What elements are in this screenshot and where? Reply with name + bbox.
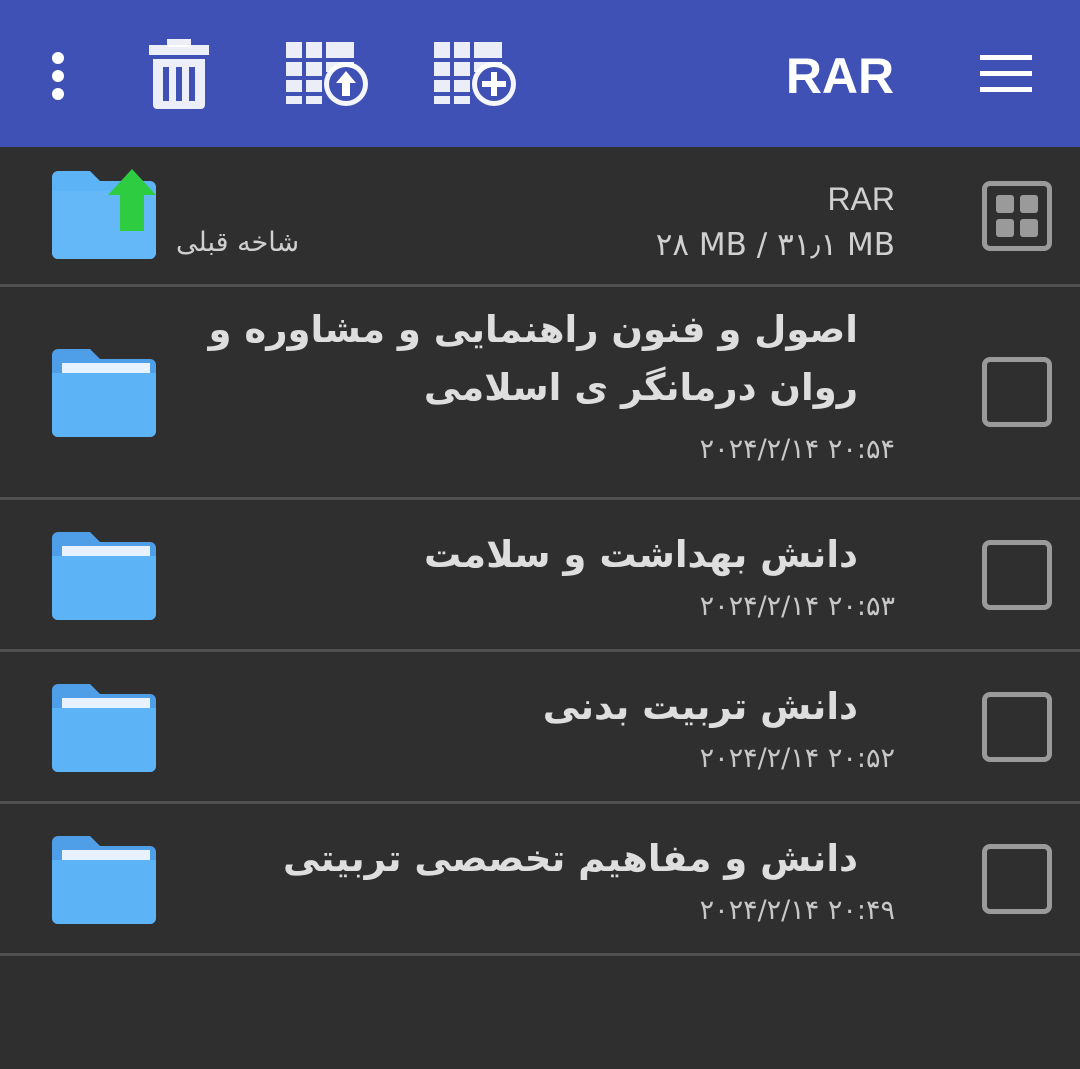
archive-type-label: RAR xyxy=(827,181,895,217)
archive-size-info: ۲۸ MB / ۳۱٫۱ MB xyxy=(655,227,895,263)
more-vert-icon[interactable] xyxy=(30,40,86,112)
item-date: ۲۰:۴۹ ۲۰۲۴/۲/۱۴ xyxy=(699,895,895,926)
item-date: ۲۰:۵۳ ۲۰۲۴/۲/۱۴ xyxy=(699,591,895,622)
folder-icon xyxy=(52,834,158,930)
folder-icon xyxy=(52,682,158,778)
add-to-archive-icon[interactable] xyxy=(430,36,522,110)
grid-view-icon[interactable] xyxy=(982,181,1052,251)
hamburger-menu-icon[interactable] xyxy=(970,44,1042,104)
folder-icon xyxy=(52,347,158,443)
folder-up-icon xyxy=(52,169,158,265)
parent-directory-row[interactable]: RAR ۲۸ MB / ۳۱٫۱ MB شاخه قبلی xyxy=(0,147,1080,287)
item-name: دانش تربیت بدنی xyxy=(542,685,858,728)
item-checkbox[interactable] xyxy=(982,844,1052,914)
toolbar-title: RAR xyxy=(785,48,895,104)
item-name: دانش بهداشت و سلامت xyxy=(424,533,858,576)
list-item[interactable]: دانش و مفاهیم تخصصی تربیتی ۲۰:۴۹ ۲۰۲۴/۲/… xyxy=(0,804,1080,956)
file-list: RAR ۲۸ MB / ۳۱٫۱ MB شاخه قبلی اصول و فنو… xyxy=(0,147,1080,956)
list-item[interactable]: دانش تربیت بدنی ۲۰:۵۲ ۲۰۲۴/۲/۱۴ xyxy=(0,652,1080,804)
trash-icon[interactable] xyxy=(140,34,218,114)
item-checkbox[interactable] xyxy=(982,357,1052,427)
item-date: ۲۰:۵۴ ۲۰۲۴/۲/۱۴ xyxy=(699,434,895,465)
parent-directory-label: شاخه قبلی xyxy=(176,227,300,258)
toolbar: RAR xyxy=(0,0,1080,147)
list-item[interactable]: دانش بهداشت و سلامت ۲۰:۵۳ ۲۰۲۴/۲/۱۴ xyxy=(0,500,1080,652)
item-name: دانش و مفاهیم تخصصی تربیتی xyxy=(283,837,858,880)
item-checkbox[interactable] xyxy=(982,692,1052,762)
item-name: اصول و فنون راهنمایی و مشاوره و روان درم… xyxy=(208,308,859,409)
list-item[interactable]: اصول و فنون راهنمایی و مشاوره و روان درم… xyxy=(0,287,1080,500)
folder-icon xyxy=(52,530,158,626)
item-checkbox[interactable] xyxy=(982,540,1052,610)
item-date: ۲۰:۵۲ ۲۰۲۴/۲/۱۴ xyxy=(699,743,895,774)
extract-archive-icon[interactable] xyxy=(282,36,374,110)
